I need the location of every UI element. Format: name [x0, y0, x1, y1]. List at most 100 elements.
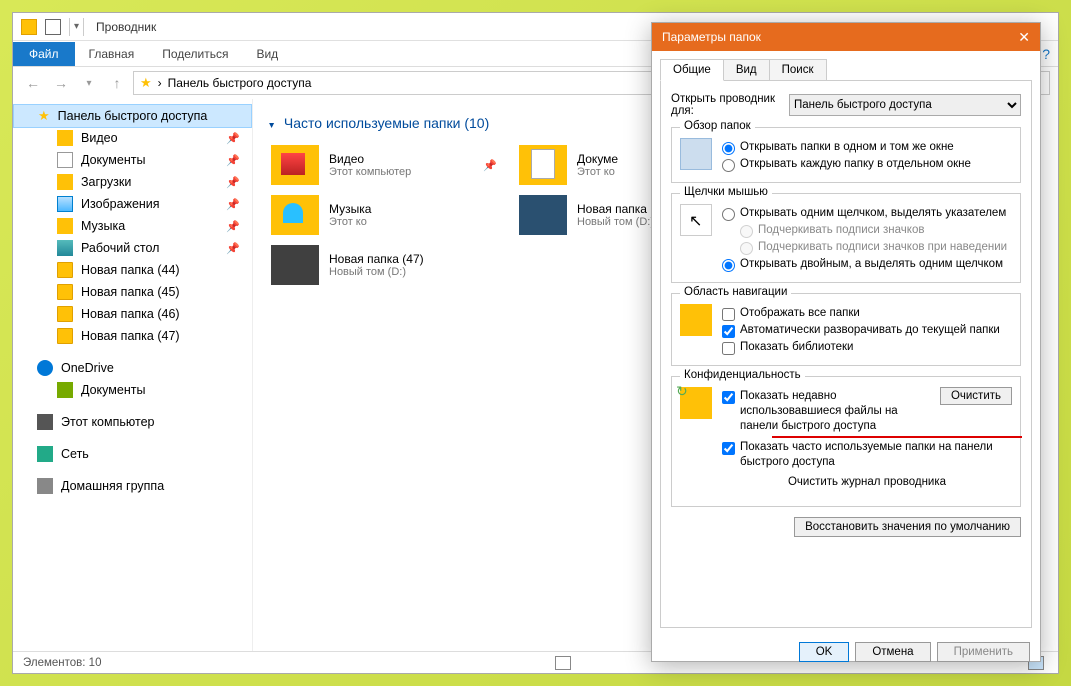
nav-this-pc[interactable]: Этот компьютер [13, 411, 252, 433]
check-show-libraries[interactable]: Показать библиотеки [722, 340, 1012, 355]
tab-search[interactable]: Поиск [769, 59, 827, 81]
pin-icon: 📌 [483, 159, 497, 172]
divider [69, 18, 70, 36]
nav-onedrive[interactable]: OneDrive [13, 357, 252, 379]
nav-item[interactable]: Новая папка (46) [13, 303, 252, 325]
radio-same-window[interactable]: Открывать папки в одном и том же окне [722, 140, 1012, 155]
check-recent-files[interactable]: Показать недавно использовавшиеся файлы … [722, 389, 934, 434]
nav-item[interactable]: Документы📌 [13, 149, 252, 171]
nav-item[interactable]: Загрузки📌 [13, 171, 252, 193]
nav-label: Панель быстрого доступа [58, 109, 208, 123]
tab-home[interactable]: Главная [75, 42, 149, 66]
folder-item[interactable]: ВидеоЭтот компьютер 📌 [269, 143, 499, 187]
nav-item[interactable]: Новая папка (47) [13, 325, 252, 347]
folder-thumb [271, 145, 319, 185]
apply-button[interactable]: Применить [937, 642, 1030, 662]
star-icon: ★ [38, 108, 50, 124]
browse-folders-group: Обзор папок Открывать папки в одном и то… [671, 127, 1021, 183]
clear-button[interactable]: Очистить [940, 387, 1012, 405]
nav-label: Новая папка (46) [81, 307, 180, 321]
documents-icon [57, 382, 73, 398]
chevron-right-icon: › [158, 76, 162, 90]
folder-item[interactable]: МузыкаЭтот ко [269, 193, 499, 237]
tab-view[interactable]: Вид [723, 59, 770, 81]
qat-new-folder-icon[interactable] [45, 19, 61, 35]
pin-icon: 📌 [226, 176, 240, 189]
nav-item[interactable]: Музыка📌 [13, 215, 252, 237]
radio-underline-always: Подчеркивать подписи значков [722, 223, 1012, 238]
homegroup-icon [37, 478, 53, 494]
dialog-titlebar[interactable]: Параметры папок ✕ [652, 23, 1040, 51]
highlight-line [772, 436, 1022, 438]
nav-network[interactable]: Сеть [13, 443, 252, 465]
qat-dropdown-icon[interactable]: ▾ [74, 21, 79, 32]
details-view-icon[interactable] [555, 656, 571, 670]
nav-onedrive-docs[interactable]: Документы [13, 379, 252, 401]
click-icon: ↖ [680, 204, 712, 236]
check-show-all-folders[interactable]: Отображать все папки [722, 306, 1012, 321]
pin-icon: 📌 [226, 242, 240, 255]
nav-label: OneDrive [61, 361, 114, 375]
restore-defaults-button[interactable]: Восстановить значения по умолчанию [794, 517, 1021, 537]
nav-item[interactable]: Новая папка (45) [13, 281, 252, 303]
radio-double-click[interactable]: Открывать двойным, а выделять одним щелч… [722, 257, 1012, 272]
clear-history-label: Очистить журнал проводника [722, 476, 1012, 488]
folder-thumb [519, 195, 567, 235]
dialog-close-button[interactable]: ✕ [1018, 29, 1030, 46]
cancel-button[interactable]: Отмена [855, 642, 930, 662]
legend: Щелчки мышью [680, 186, 772, 198]
section-title: Часто используемые папки (10) [284, 115, 489, 131]
quick-access-icon: ★ [140, 75, 152, 91]
folder-thumb [519, 145, 567, 185]
onedrive-icon [37, 360, 53, 376]
nav-label: Новая папка (47) [81, 329, 180, 343]
item-count: Элементов: 10 [23, 657, 101, 669]
open-explorer-label: Открыть проводник для: [671, 93, 781, 117]
nav-item[interactable]: Новая папка (44) [13, 259, 252, 281]
dialog-buttons: OK Отмена Применить [652, 636, 1040, 672]
nav-label: Видео [81, 131, 118, 145]
folder-thumb [271, 245, 319, 285]
nav-pane-group: Область навигации Отображать все папки А… [671, 293, 1021, 366]
nav-homegroup[interactable]: Домашняя группа [13, 475, 252, 497]
folder-options-dialog: Параметры папок ✕ Общие Вид Поиск Открыт… [651, 22, 1041, 662]
pin-icon: 📌 [226, 198, 240, 211]
breadcrumb[interactable]: Панель быстрого доступа [168, 76, 312, 90]
open-explorer-select[interactable]: Панель быстрого доступа [789, 94, 1021, 116]
nav-item[interactable]: Изображения📌 [13, 193, 252, 215]
help-icon[interactable]: ? [1042, 46, 1050, 62]
tab-view[interactable]: Вид [242, 42, 292, 66]
navigation-pane[interactable]: ★ Панель быстрого доступа Видео📌Документ… [13, 99, 253, 651]
tab-share[interactable]: Поделиться [148, 42, 242, 66]
legend: Обзор папок [680, 120, 755, 132]
browse-icon [680, 138, 712, 170]
folder-icon [57, 328, 73, 344]
click-behavior-group: Щелчки мышью ↖ Открывать одним щелчком, … [671, 193, 1021, 283]
folder-text: ВидеоЭтот компьютер [329, 152, 411, 178]
nav-quick-access[interactable]: ★ Панель быстрого доступа [13, 104, 252, 128]
nav-label: Рабочий стол [81, 241, 159, 255]
folder-icon [57, 262, 73, 278]
radio-new-window[interactable]: Открывать каждую папку в отдельном окне [722, 157, 1012, 172]
nav-label: Сеть [61, 447, 89, 461]
history-dropdown[interactable]: ▾ [77, 78, 101, 89]
folder-text: МузыкаЭтот ко [329, 202, 371, 228]
folder-item[interactable]: Новая папка (47)Новый том (D:) [269, 243, 499, 287]
ok-button[interactable]: OK [799, 642, 850, 662]
up-button[interactable]: ↑ [105, 75, 129, 91]
nav-item[interactable]: Видео📌 [13, 127, 252, 149]
window-title: Проводник [96, 20, 156, 34]
nav-item[interactable]: Рабочий стол 📌 [13, 237, 252, 259]
check-auto-expand[interactable]: Автоматически разворачивать до текущей п… [722, 323, 1012, 338]
folder-text: ДокумеЭтот ко [577, 152, 618, 178]
tab-general[interactable]: Общие [660, 59, 724, 81]
folder-icon [57, 218, 73, 234]
forward-button[interactable]: → [49, 75, 73, 91]
pc-icon [37, 414, 53, 430]
radio-single-click[interactable]: Открывать одним щелчком, выделять указат… [722, 206, 1012, 221]
check-frequent-folders[interactable]: Показать часто используемые папки на пан… [722, 440, 1012, 470]
nav-label: Музыка [81, 219, 125, 233]
nav-label: Новая папка (45) [81, 285, 180, 299]
back-button[interactable]: ← [21, 75, 45, 91]
file-tab[interactable]: Файл [13, 42, 75, 66]
